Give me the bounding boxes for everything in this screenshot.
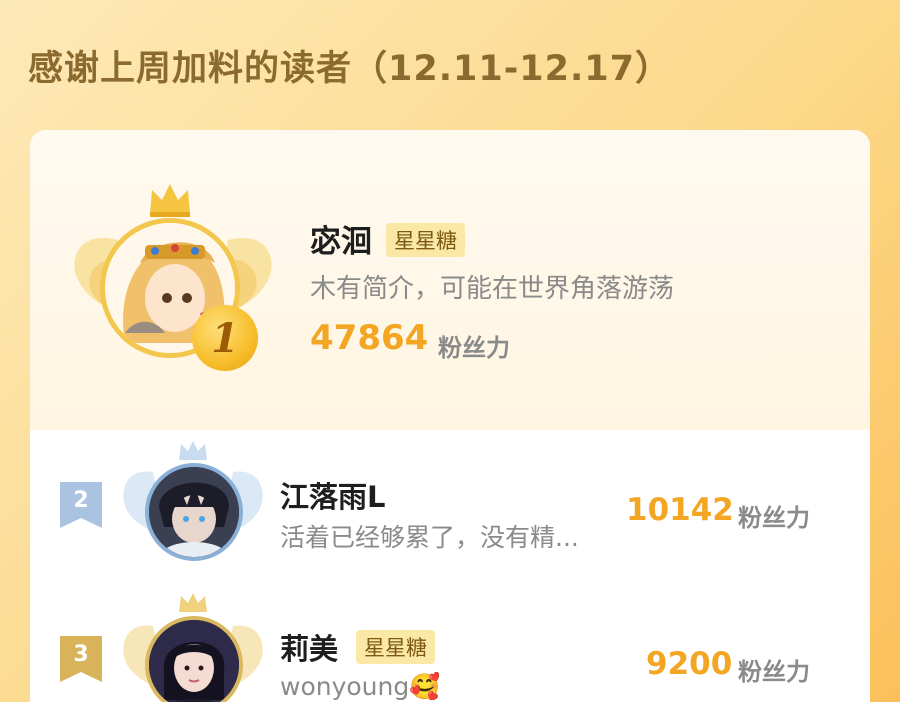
page-title: 感谢上周加料的读者（12.11-12.17） xyxy=(28,49,671,89)
user-badge: 星星糖 xyxy=(356,630,435,664)
user-name[interactable]: 江落雨L xyxy=(280,474,385,516)
user-badge: 星星糖 xyxy=(386,223,465,257)
fan-power-label: 粉丝力 xyxy=(738,658,810,686)
fan-power-value: 9200 xyxy=(646,646,733,682)
rank-3-entry[interactable]: 3 莉美 星星糖 wonyoung🥰 9200 粉丝力 xyxy=(30,580,870,702)
rank-flag-2: 2 xyxy=(60,482,102,528)
leaderboard-card: 1 宓洄 星星糖 木有简介，可能在世界角落游荡 47864 粉丝力 2 江落雨L… xyxy=(30,130,870,702)
ranking-list: 2 江落雨L 活着已经够累了，没有精... 10142 粉丝力 3 莉美 星星糖… xyxy=(30,430,870,702)
user-name[interactable]: 莉美 xyxy=(280,626,338,668)
rank-medal-1: 1 xyxy=(192,305,258,371)
user-name[interactable]: 宓洄 xyxy=(310,216,372,261)
user-bio: 木有简介，可能在世界角落游荡 xyxy=(310,274,675,304)
user-bio: wonyoung🥰 xyxy=(280,672,441,701)
user-bio: 活着已经够累了，没有精... xyxy=(280,523,579,552)
fan-power-label: 粉丝力 xyxy=(738,504,810,532)
avatar[interactable] xyxy=(145,463,243,561)
rank-1-entry[interactable]: 1 宓洄 星星糖 木有简介，可能在世界角落游荡 47864 粉丝力 xyxy=(30,130,870,430)
fan-power-value: 47864 xyxy=(310,318,429,358)
crown-icon xyxy=(179,441,207,460)
fan-power-label: 粉丝力 xyxy=(438,334,510,362)
fan-power-value: 10142 xyxy=(626,492,734,528)
crown-icon xyxy=(179,593,207,612)
rank-flag-3: 3 xyxy=(60,636,102,682)
rank-2-entry[interactable]: 2 江落雨L 活着已经够累了，没有精... 10142 粉丝力 xyxy=(30,430,870,580)
crown-icon xyxy=(150,184,190,217)
